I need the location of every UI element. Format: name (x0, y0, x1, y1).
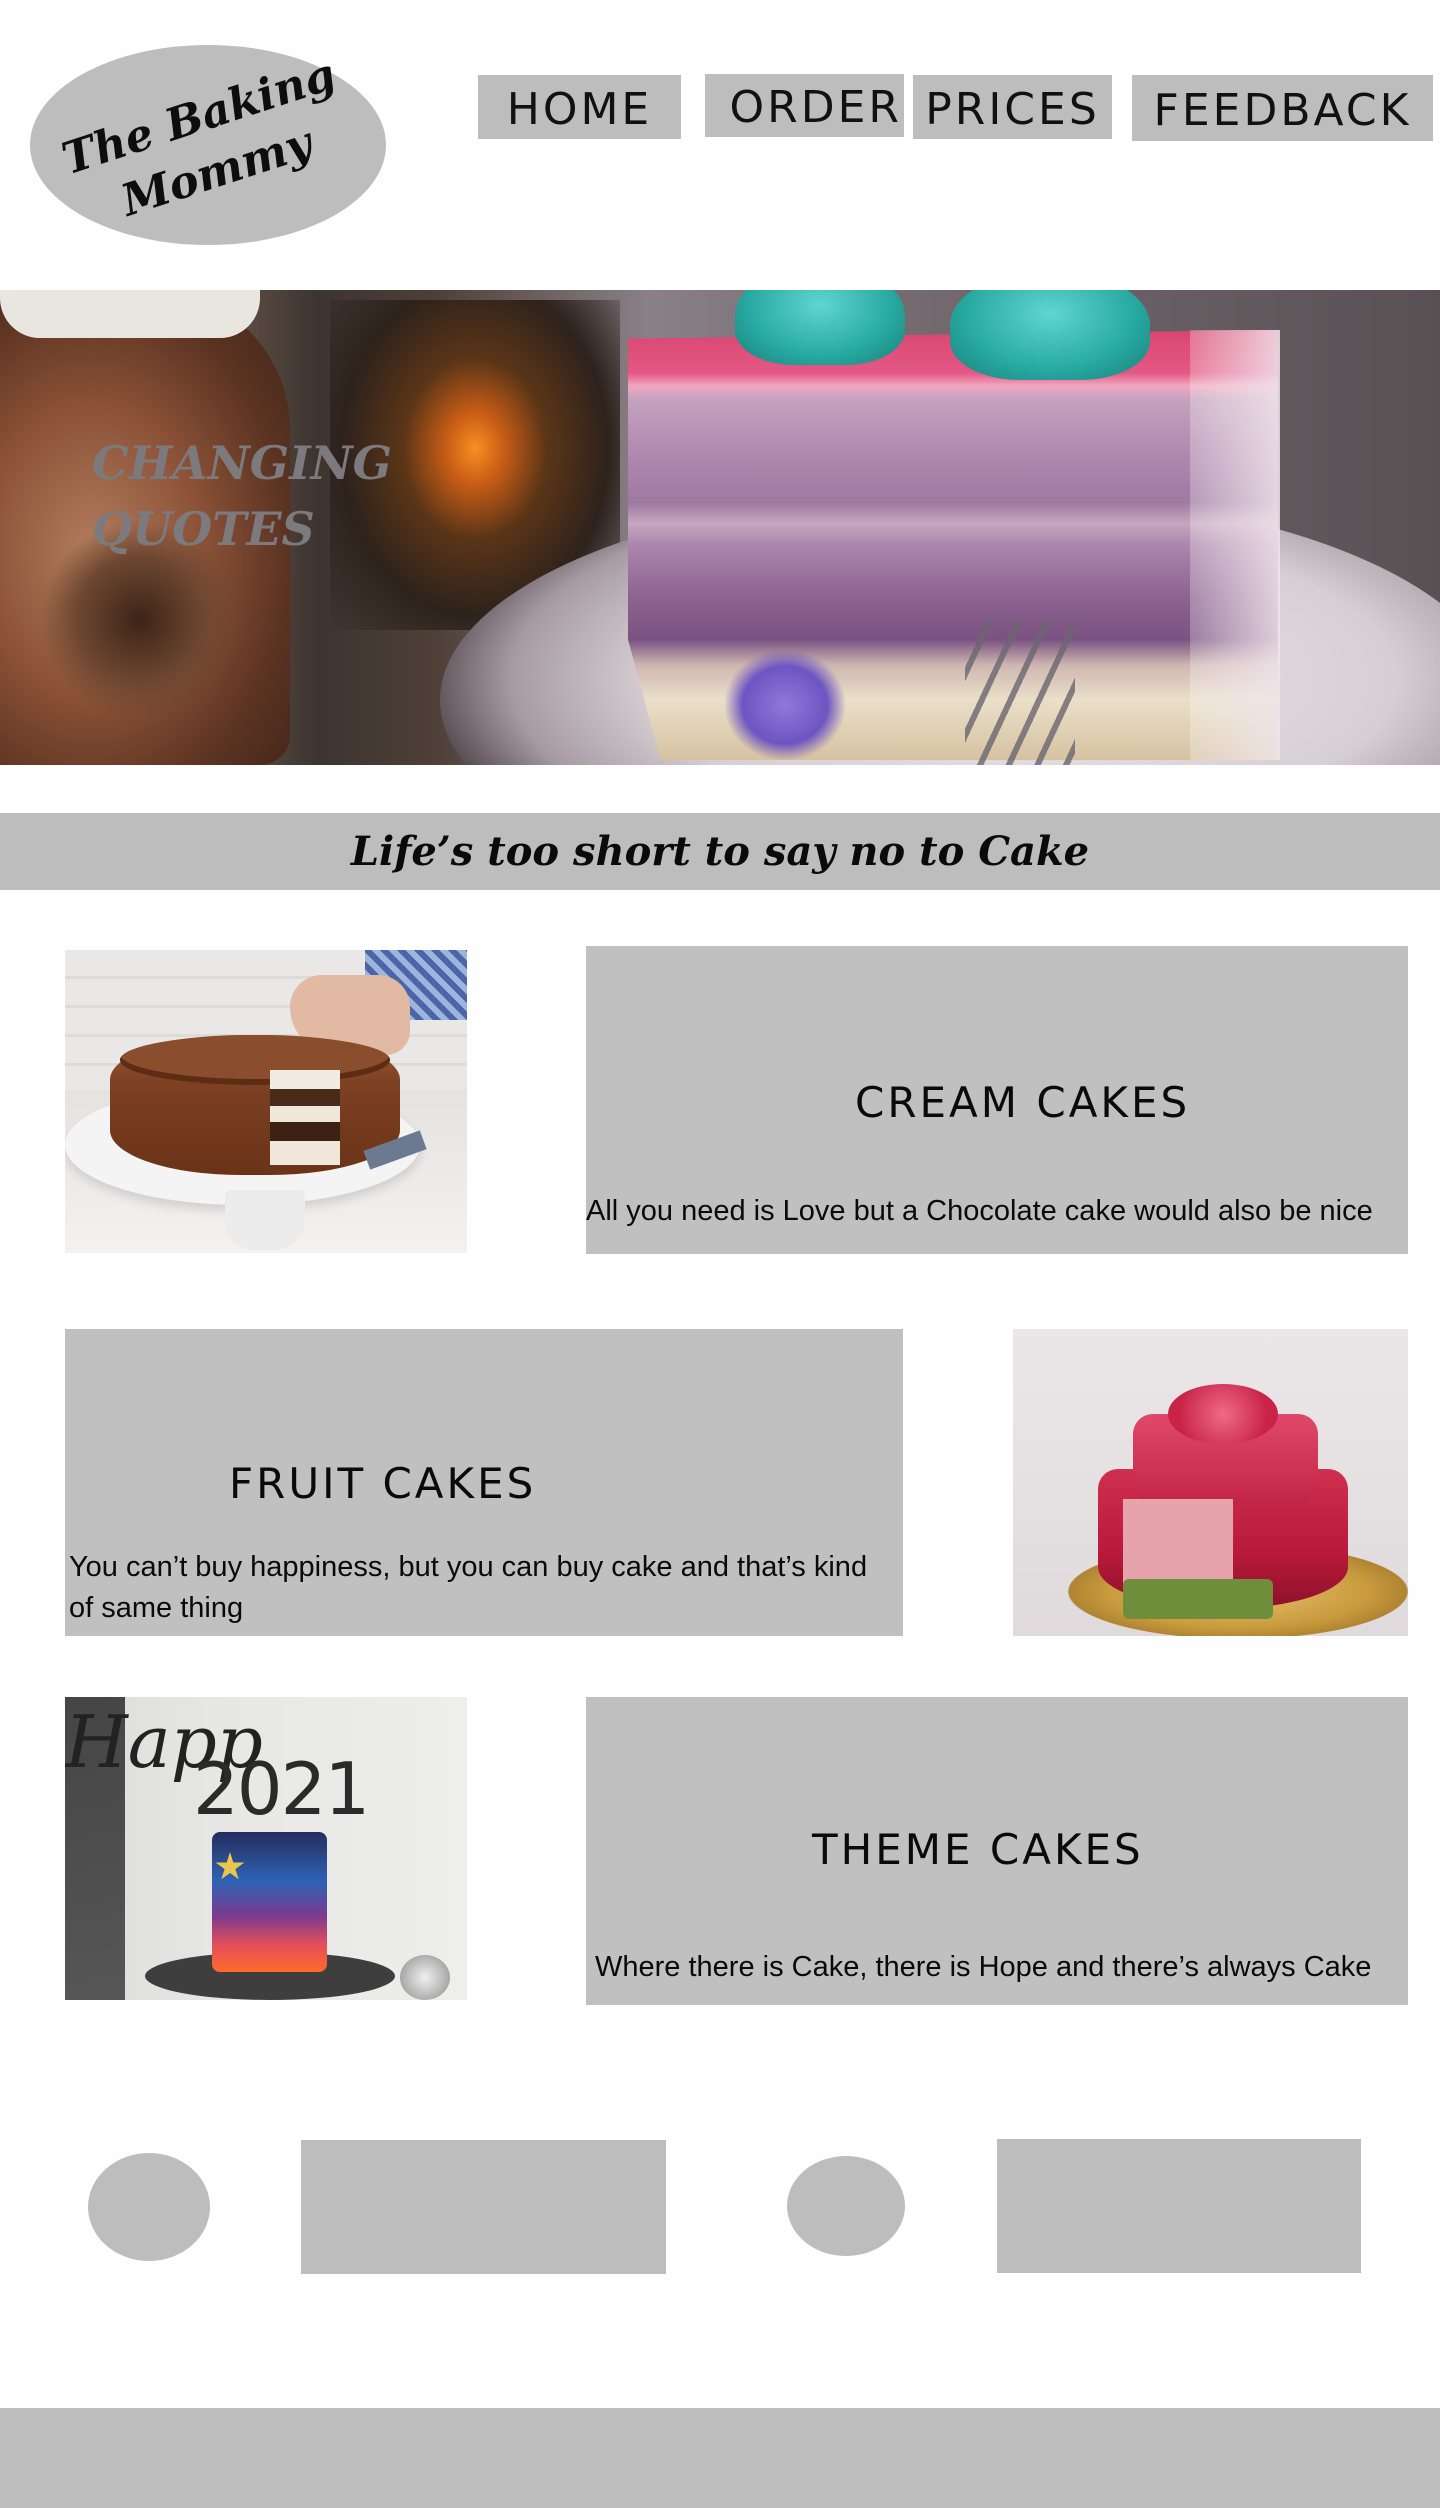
cream-cakes-card[interactable]: CREAM CAKES All you need is Love but a C… (586, 946, 1408, 1254)
fruit-cakes-card[interactable]: FRUIT CAKES You can’t buy happiness, but… (65, 1329, 903, 1636)
nav-home[interactable]: HOME (478, 75, 681, 139)
logo[interactable]: The Baking Mommy (30, 45, 386, 245)
avatar-placeholder-1 (88, 2153, 210, 2261)
theme-cake-photo: Happ 2021 (65, 1697, 467, 2000)
cake-slice-cut (270, 1070, 340, 1165)
hero-fork (965, 620, 1075, 765)
theme-cakes-card[interactable]: THEME CAKES Where there is Cake, there i… (586, 1697, 1408, 2005)
hero-frosting-right (950, 290, 1150, 380)
hero-purple-flower (725, 650, 845, 760)
cream-cakes-text: All you need is Love but a Chocolate cak… (586, 1195, 1373, 1227)
cake-stand-base (225, 1190, 305, 1250)
nav-prices[interactable]: PRICES (913, 75, 1112, 139)
nav-feedback[interactable]: FEEDBACK (1132, 75, 1433, 141)
hero-jug-rim (0, 290, 260, 338)
hero-quote: CHANGING QUOTES (92, 436, 392, 556)
logo-text: The Baking Mommy (55, 46, 361, 244)
nav-order[interactable]: ORDER (705, 74, 904, 137)
footer-bar (0, 2408, 1440, 2508)
hero-banner: CHANGING QUOTES (0, 290, 1440, 765)
tagline-bar: Life’s too short to say no to Cake (0, 813, 1440, 890)
content-placeholder-1 (301, 2140, 666, 2274)
disco-ball (400, 1955, 450, 2000)
theme-cakes-text: Where there is Cake, there is Hope and t… (595, 1951, 1372, 1983)
pistachio-base (1123, 1579, 1273, 1619)
fruit-cakes-title: FRUIT CAKES (229, 1459, 537, 1508)
content-placeholder-2 (997, 2139, 1361, 2273)
cake-topper: 2021 (193, 1747, 370, 1831)
fruit-cake-photo (1013, 1329, 1408, 1636)
cake-rose (1168, 1384, 1278, 1444)
cream-cake-photo (65, 950, 467, 1253)
cake-top (120, 1035, 390, 1085)
fruit-cakes-text: You can’t buy happiness, but you can buy… (69, 1551, 868, 1624)
theme-cakes-title: THEME CAKES (812, 1825, 1144, 1874)
hero-cake-side (1190, 330, 1280, 760)
avatar-placeholder-2 (787, 2156, 905, 2256)
cream-cakes-title: CREAM CAKES (855, 1078, 1191, 1127)
hero-frosting-left (735, 290, 905, 365)
galaxy-cake (212, 1832, 327, 1972)
